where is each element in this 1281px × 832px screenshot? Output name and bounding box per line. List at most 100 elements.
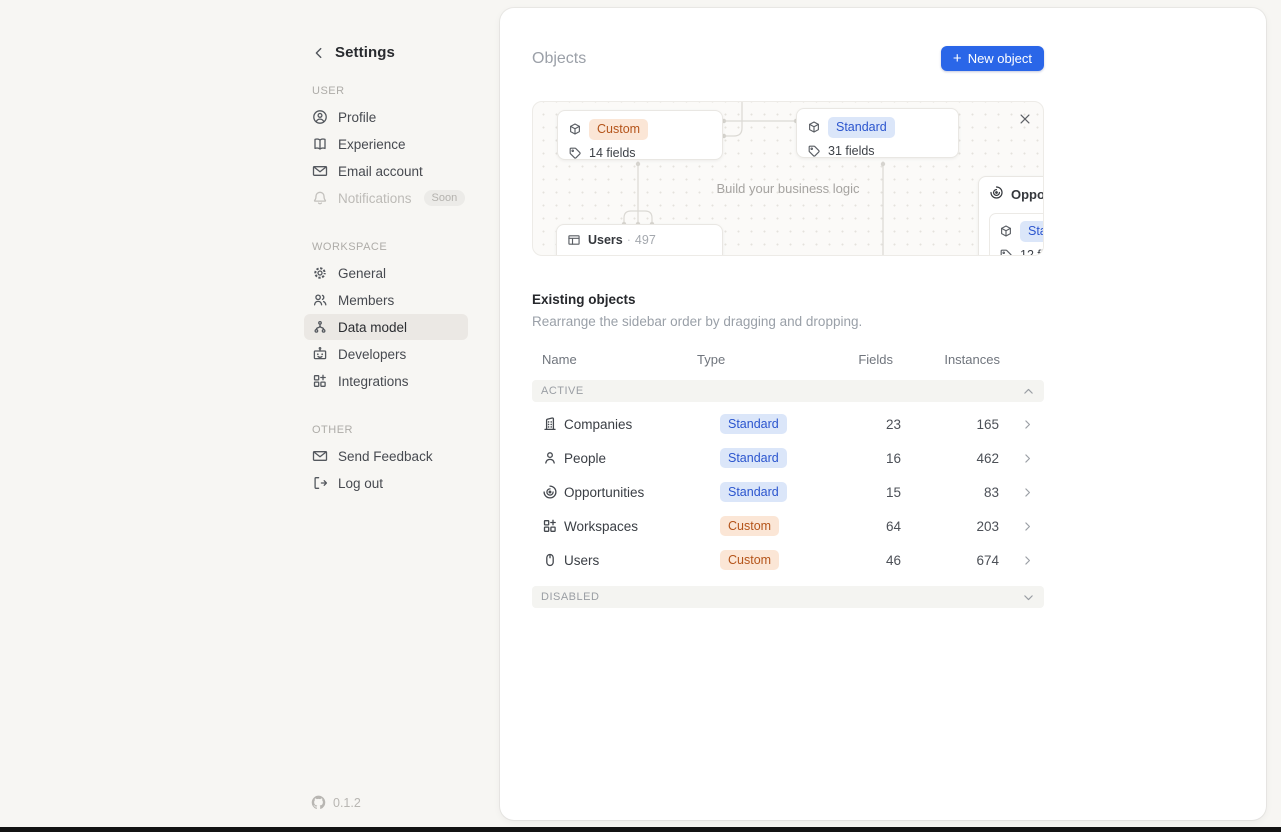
sidebar-item-label: Members xyxy=(338,293,394,308)
fields-count: 14 fields xyxy=(589,146,636,160)
sidebar-section-label: USER xyxy=(304,85,500,97)
object-name: Workspaces xyxy=(564,519,720,534)
mouse-icon xyxy=(542,552,564,568)
user-circle-icon xyxy=(312,109,328,125)
object-row-companies[interactable]: CompaniesStandard 23165 xyxy=(532,407,1044,441)
object-name: Companies xyxy=(564,417,720,432)
column-instances: Instances xyxy=(893,352,1000,367)
fields-count: 64 xyxy=(840,519,901,534)
dot-separator: · xyxy=(627,233,631,247)
sidebar-item-general[interactable]: General xyxy=(304,260,468,286)
users-card-name: Users xyxy=(588,233,623,247)
sidebar-item-experience[interactable]: Experience xyxy=(304,131,468,157)
type-badge: Standard xyxy=(720,482,787,503)
page-title: Objects xyxy=(532,50,586,68)
instances-count: 203 xyxy=(901,519,999,534)
object-row-users[interactable]: UsersCustom46674 xyxy=(532,543,1044,577)
chevron-right-icon[interactable] xyxy=(999,486,1034,499)
sidebar-nav: USER Profile Experience Email account Notifi… xyxy=(304,85,500,496)
banner-card-users: Users · 497 xyxy=(556,224,723,256)
close-icon[interactable] xyxy=(1015,110,1035,130)
version-label: 0.1.2 xyxy=(333,796,361,810)
tag-icon xyxy=(568,146,582,160)
fields-count: 12 fields xyxy=(1020,248,1044,256)
sidebar-item-integrations[interactable]: Integrations xyxy=(304,368,468,394)
sidebar-item-label: Developers xyxy=(338,347,406,362)
banner-card-custom: Custom 14 fields xyxy=(557,110,723,160)
objects-table: CompaniesStandard23165PeopleStandard1646… xyxy=(532,407,1044,577)
sidebar-item-label: Integrations xyxy=(338,374,409,389)
object-name: Opportunities xyxy=(564,485,720,500)
existing-objects-subheading: Rearrange the sidebar order by dragging … xyxy=(532,314,1044,329)
apps-plus-icon xyxy=(542,518,564,534)
type-badge: Custom xyxy=(720,516,779,537)
data-model-banner: Custom 14 fields Standard 31 fields xyxy=(532,101,1044,256)
apps-plus-icon xyxy=(312,373,328,389)
instances-count: 83 xyxy=(901,485,999,500)
sidebar-item-label: Profile xyxy=(338,110,376,125)
sidebar-item-developers[interactable]: Developers xyxy=(304,341,468,367)
book-open-icon xyxy=(312,136,328,152)
gear-icon xyxy=(312,265,328,281)
instances-count: 165 xyxy=(901,417,999,432)
plus-icon: + xyxy=(953,51,962,66)
object-row-opportunities[interactable]: OpportunitiesStandard 1583 xyxy=(532,475,1044,509)
group-disabled-label: DISABLED xyxy=(541,591,599,603)
mail-icon xyxy=(312,448,328,464)
group-active-label: ACTIVE xyxy=(541,385,584,397)
cube-icon xyxy=(999,224,1013,238)
objects-panel: Objects + New object xyxy=(500,8,1266,820)
new-object-button[interactable]: + New object xyxy=(941,46,1044,71)
settings-page: Settings USER Profile Experience Email acco… xyxy=(0,0,1281,832)
sidebar-item-label: Log out xyxy=(338,476,383,491)
fields-count: 16 xyxy=(840,451,901,466)
sidebar-item-members[interactable]: Members xyxy=(304,287,468,313)
sidebar-item-label: Data model xyxy=(338,320,407,335)
type-badge: Standard xyxy=(720,414,787,435)
banner-card-standard: Standard 31 fields xyxy=(796,108,959,158)
mail-icon xyxy=(312,163,328,179)
sidebar-item-log-out[interactable]: Log out xyxy=(304,470,468,496)
chevron-right-icon[interactable] xyxy=(999,452,1034,465)
users-card-count: 497 xyxy=(635,233,656,247)
object-name: People xyxy=(564,451,720,466)
tag-icon xyxy=(807,144,821,158)
sidebar-item-label: Send Feedback xyxy=(338,449,433,464)
existing-objects-heading: Existing objects xyxy=(532,292,1044,307)
new-object-label: New object xyxy=(968,51,1032,66)
chevron-down-icon xyxy=(1022,591,1035,604)
settings-back[interactable]: Settings xyxy=(304,44,500,61)
fields-count: 23 xyxy=(840,417,901,432)
app-version: 0.1.2 xyxy=(311,795,361,810)
sidebar-item-send-feedback[interactable]: Send Feedback xyxy=(304,443,468,469)
robot-icon xyxy=(312,346,328,362)
table-header: Name Type Fields Instances xyxy=(532,352,1044,367)
type-badge: Standard xyxy=(720,448,787,469)
type-badge: Custom xyxy=(720,550,779,571)
object-row-workspaces[interactable]: WorkspacesCustom 64203 xyxy=(532,509,1044,543)
hierarchy-icon xyxy=(312,319,328,335)
tag-icon xyxy=(999,248,1013,256)
sidebar-item-label: General xyxy=(338,266,386,281)
logout-icon xyxy=(312,475,328,491)
chevron-right-icon[interactable] xyxy=(999,418,1034,431)
sidebar-item-label: Experience xyxy=(338,137,406,152)
sidebar-item-data-model[interactable]: Data model xyxy=(304,314,468,340)
sidebar-item-label: Email account xyxy=(338,164,423,179)
sidebar-item-email-account[interactable]: Email account xyxy=(304,158,468,184)
chevron-right-icon[interactable] xyxy=(999,520,1034,533)
group-disabled[interactable]: DISABLED xyxy=(532,586,1044,608)
table-icon xyxy=(567,233,581,247)
object-row-people[interactable]: PeopleStandard16462 xyxy=(532,441,1044,475)
column-fields: Fields xyxy=(829,352,893,367)
chevron-right-icon[interactable] xyxy=(999,554,1034,567)
fields-count: 15 xyxy=(840,485,901,500)
sidebar-item-profile[interactable]: Profile xyxy=(304,104,468,130)
fields-count: 46 xyxy=(840,553,901,568)
banner-caption: Build your business logic xyxy=(533,181,1043,196)
group-active[interactable]: ACTIVE xyxy=(532,380,1044,402)
instances-count: 674 xyxy=(901,553,999,568)
cube-icon xyxy=(807,120,821,134)
sidebar-item-label: Notifications xyxy=(338,191,412,206)
people-icon xyxy=(312,292,328,308)
